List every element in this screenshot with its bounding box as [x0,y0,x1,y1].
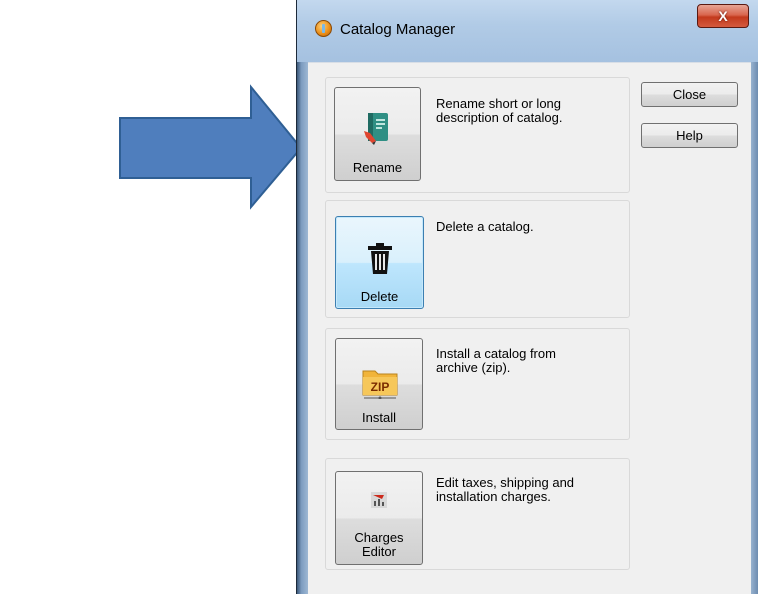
notebook-icon [364,113,388,145]
zip-folder-icon: ZIP [362,370,398,399]
svg-text:ZIP: ZIP [371,380,390,394]
window-title: Catalog Manager [340,21,456,38]
app-icon [315,20,332,37]
trash-icon [368,243,392,274]
charges-editor-button[interactable]: Charges Editor [335,471,423,565]
charges-editor-button-label: Charges Editor [354,530,404,559]
charges-editor-group: Charges Editor Edit taxes, shipping and … [325,458,630,570]
delete-button-label: Delete [360,289,399,304]
rename-button[interactable]: Rename [334,87,421,181]
charges-editor-description: Edit taxes, shipping and installation ch… [436,475,575,504]
install-description: Install a catalog from archive (zip). [436,346,556,375]
install-button[interactable]: ZIP Install [335,338,423,430]
window-frame-right [750,0,758,594]
rename-button-label: Rename [352,160,403,175]
help-button[interactable]: Help [641,123,738,148]
window-close-button[interactable]: X [697,4,749,28]
window-frame-left [297,0,308,594]
install-button-label: Install [362,410,396,425]
close-button[interactable]: Close [641,82,738,107]
dialog-client-area: Rename Rename short or long description … [308,62,751,594]
title-bar[interactable]: Catalog Manager X [297,0,758,62]
rename-group: Rename Rename short or long description … [325,77,630,193]
install-group: ZIP Install Install a catalog from archi… [325,328,630,440]
delete-description: Delete a catalog. [436,219,534,234]
catalog-manager-window: Catalog Manager X Rename Rename short or [296,0,758,594]
charges-editor-icon [371,492,387,508]
delete-button[interactable]: Delete [335,216,424,309]
pointer-arrow-icon [119,84,300,210]
rename-description: Rename short or long description of cata… [436,96,563,125]
delete-group: Delete Delete a catalog. [325,200,630,318]
